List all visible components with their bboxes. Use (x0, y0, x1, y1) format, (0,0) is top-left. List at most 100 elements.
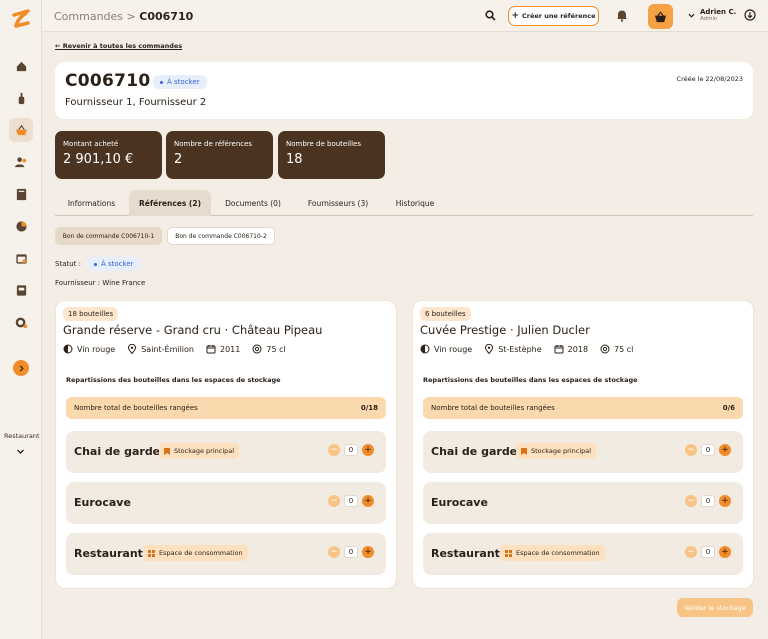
storage-space-row: Restaurant Espace de consommation − 0 + (423, 533, 743, 575)
top-bar: Commandes > C006710 + Créer une référenc… (42, 0, 768, 32)
sidebar-item-calendar[interactable] (9, 246, 33, 270)
decrement-button[interactable]: − (328, 495, 340, 507)
product-name: Grande réserve - Grand cru · Château Pip… (63, 323, 323, 337)
tab-references[interactable]: Références (2) (129, 190, 211, 216)
app-logo[interactable] (10, 8, 32, 30)
decrement-button[interactable]: − (685, 546, 697, 558)
logout-icon[interactable] (744, 9, 756, 21)
tab-informations[interactable]: Informations (55, 190, 128, 216)
quantity-value[interactable]: 0 (344, 546, 358, 558)
user-menu[interactable]: Adrien C. Admin (688, 8, 736, 22)
arrow-left-icon: ← (55, 42, 63, 50)
product-year: 2018 (567, 344, 589, 354)
storage-space-name: Restaurant (74, 547, 143, 560)
product-region: Saint-Émilion (141, 344, 194, 354)
cart-button[interactable] (648, 4, 673, 29)
bottle-count-chip: 6 bouteilles (420, 307, 471, 321)
increment-button[interactable]: + (362, 444, 374, 456)
total-stored-count: 0/6 (722, 404, 735, 412)
wine-color-icon (420, 344, 430, 354)
tab-historique[interactable]: Historique (385, 190, 445, 216)
increment-button[interactable]: + (719, 495, 731, 507)
storage-space-name: Chai de garde (431, 445, 518, 458)
plus-icon: + (511, 11, 519, 21)
quantity-stepper: − 0 + (328, 546, 374, 558)
notification-bell-icon[interactable] (616, 9, 628, 22)
tab-documents[interactable]: Documents (0) (213, 190, 293, 216)
decrement-button[interactable]: − (328, 444, 340, 456)
storage-space-tag: Espace de consommation (143, 545, 248, 561)
quantity-value[interactable]: 0 (344, 444, 358, 456)
sidebar-item-settings[interactable] (9, 310, 33, 334)
sidebar-item-cellar[interactable] (9, 278, 33, 302)
location-pin-icon (128, 344, 137, 354)
stat-value: 2 901,10 € (63, 152, 134, 167)
status-label: Statut : (55, 260, 81, 268)
decrement-button[interactable]: − (685, 444, 697, 456)
order-header-card: C006710 À stocker Fournisseur 1, Fournis… (55, 62, 753, 119)
increment-button[interactable]: + (719, 546, 731, 558)
order-suppliers: Fournisseur 1, Fournisseur 2 (65, 97, 207, 108)
storage-space-name: Eurocave (431, 496, 488, 509)
storage-space-tag-label: Stockage principal (531, 447, 592, 455)
quantity-value[interactable]: 0 (701, 444, 715, 456)
total-stored-bar: Nombre total de bouteilles rangées 0/6 (423, 397, 743, 419)
increment-button[interactable]: + (719, 444, 731, 456)
quantity-value[interactable]: 0 (701, 546, 715, 558)
product-volume: 75 cl (266, 344, 286, 354)
sidebar-item-orders[interactable] (9, 118, 33, 142)
purchase-order-tab-2[interactable]: Bon de commande C006710-2 (167, 227, 275, 245)
order-code: C006710 (65, 71, 151, 91)
sidebar-item-wines[interactable] (9, 86, 33, 110)
book-icon (16, 188, 26, 200)
decrement-button[interactable]: − (328, 546, 340, 558)
sidebar-item-users[interactable] (9, 150, 33, 174)
storage-distribution-title: Repartissions des bouteilles dans les es… (66, 376, 281, 384)
total-stored-label: Nombre total de bouteilles rangées (74, 404, 198, 412)
product-card: 6 bouteilles Cuvée Prestige · Julien Duc… (412, 300, 754, 589)
product-meta: Vin rouge Saint-Émilion 2011 75 cl (63, 344, 286, 354)
breadcrumb: Commandes > C006710 (54, 10, 193, 23)
bottle-count-chip: 18 bouteilles (63, 307, 119, 321)
breadcrumb-orders-link[interactable]: Commandes (54, 10, 123, 23)
quantity-value[interactable]: 0 (701, 495, 715, 507)
users-icon (14, 156, 26, 167)
storage-space-tag-label: Espace de consommation (516, 549, 600, 557)
sidebar-item-stats[interactable] (9, 214, 33, 238)
increment-button[interactable]: + (362, 495, 374, 507)
chevron-down-icon[interactable] (16, 448, 25, 455)
storage-space-tag-label: Espace de consommation (159, 549, 243, 557)
home-icon (16, 61, 26, 71)
status-dot (160, 80, 163, 84)
sidebar-item-catalog[interactable] (9, 182, 33, 206)
status-badge: À stocker (87, 257, 141, 271)
storage-space-tag: Stockage principal (516, 443, 597, 459)
validate-storage-button[interactable]: Valider le stockage (677, 598, 753, 617)
back-to-orders-link[interactable]: ← Revenir à toutes les commandes (55, 42, 182, 50)
purchase-order-tab-1[interactable]: Bon de commande C006710-1 (55, 227, 162, 245)
decrement-button[interactable]: − (685, 495, 697, 507)
storage-space-row: Restaurant Espace de consommation − 0 + (66, 533, 386, 575)
breadcrumb-separator: > (126, 10, 136, 23)
sidebar-item-home[interactable] (9, 54, 33, 78)
create-reference-button[interactable]: + Créer une référence (508, 6, 599, 26)
increment-button[interactable]: + (362, 546, 374, 558)
storage-space-tag-label: Stockage principal (174, 447, 235, 455)
storage-space-name: Chai de garde (74, 445, 161, 458)
expand-sidebar-button[interactable] (13, 360, 29, 376)
settings-icon (15, 317, 27, 328)
tab-fournisseurs[interactable]: Fournisseurs (3) (297, 190, 379, 216)
stat-card-bottles: Nombre de bouteilles 18 (278, 131, 385, 179)
search-icon[interactable] (485, 10, 496, 21)
product-year: 2011 (220, 344, 241, 354)
status-badge-label: À stocker (101, 260, 134, 268)
quantity-value[interactable]: 0 (344, 495, 358, 507)
quantity-stepper: − 0 + (685, 444, 731, 456)
status-badge-label: À stocker (167, 78, 200, 86)
product-name: Cuvée Prestige · Julien Ducler (420, 323, 590, 337)
status-row: Statut : À stocker (55, 257, 141, 271)
supplier-line: Fournisseur : Wine France (55, 279, 146, 287)
product-color: Vin rouge (434, 344, 473, 354)
stat-label: Nombre de références (174, 140, 253, 148)
stat-label: Montant acheté (63, 140, 119, 148)
